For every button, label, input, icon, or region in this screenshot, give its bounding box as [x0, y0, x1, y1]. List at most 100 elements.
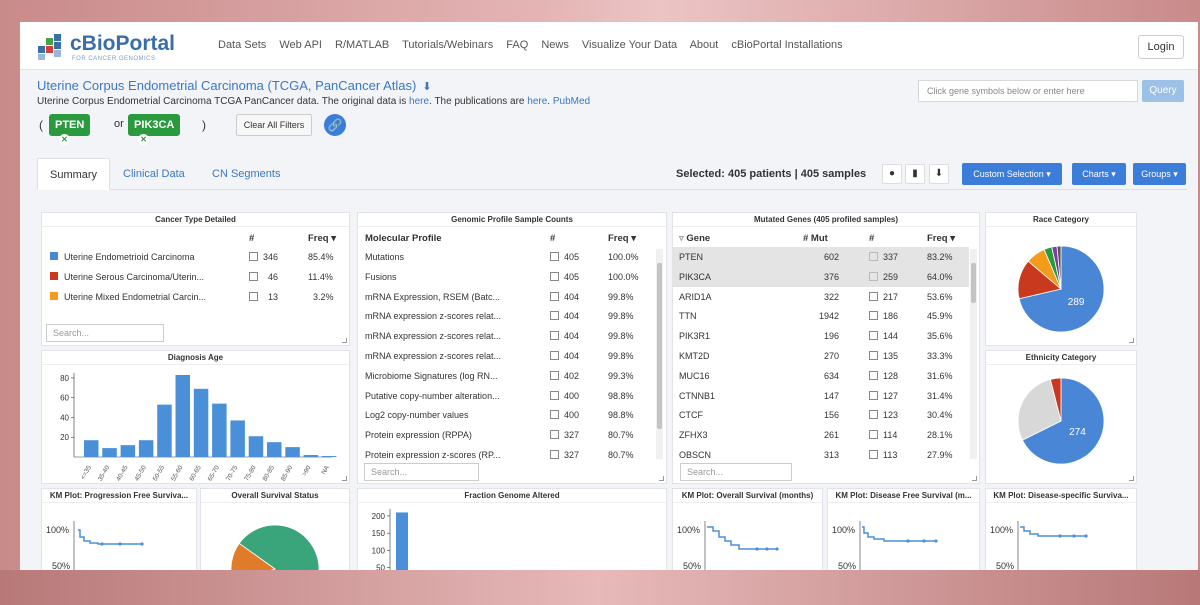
histogram-bar[interactable] — [157, 404, 172, 457]
histogram-bar[interactable] — [120, 445, 136, 457]
row-checkbox[interactable] — [869, 331, 878, 341]
col-header-count[interactable]: # — [869, 233, 874, 244]
study-title-text[interactable]: Uterine Corpus Endometrial Carcinoma (TC… — [37, 78, 416, 93]
histogram-bar[interactable] — [248, 436, 264, 457]
row-checkbox[interactable] — [550, 271, 559, 281]
col-header-profile[interactable]: Molecular Profile — [365, 233, 442, 244]
table-row[interactable]: Protein expression (RPPA) 327 80.7% — [358, 425, 654, 445]
table-row[interactable]: Uterine Serous Carcinoma/Uterin... 46 11… — [42, 267, 349, 287]
table-row[interactable]: Putative copy-number alteration... 400 98.… — [358, 386, 654, 406]
table-row[interactable]: PIK3R1 196 144 35.6% — [673, 326, 969, 346]
bookmark-icon[interactable]: ▮ — [905, 164, 925, 184]
row-checkbox[interactable] — [550, 370, 559, 380]
table-row[interactable]: CTNNB1 147 127 31.4% — [673, 386, 969, 406]
col-header-freq[interactable]: Freq ▾ — [308, 233, 336, 244]
study-title[interactable]: Uterine Corpus Endometrial Carcinoma (TC… — [37, 78, 432, 93]
histogram-bar[interactable] — [285, 447, 300, 457]
diagnosis-age-chart[interactable]: 80 60 40 20 <=35 35-40 40-45 45-50 50-55 55-60 60-… — [42, 365, 349, 483]
resize-handle[interactable] — [342, 338, 347, 343]
col-header-gene[interactable]: ▿ Gene — [679, 233, 710, 244]
col-header-freq[interactable]: Freq ▾ — [608, 233, 636, 244]
table-row[interactable]: Uterine Endometrioid Carcinoma 346 85.4% — [42, 247, 349, 267]
histogram-bar[interactable] — [303, 455, 319, 457]
bookmark-link-icon[interactable]: 🔗 — [324, 114, 346, 136]
histogram-bar[interactable] — [102, 448, 117, 457]
genomic-profile-scrollbar[interactable] — [656, 249, 663, 459]
login-button[interactable]: Login — [1138, 35, 1184, 59]
fga-chart[interactable]: 20015010050 — [358, 503, 666, 570]
nav-link-visualize[interactable]: Visualize Your Data — [582, 39, 677, 51]
filter-icon[interactable]: ▿ — [679, 233, 684, 244]
row-checkbox[interactable] — [869, 410, 878, 420]
table-row[interactable]: Uterine Mixed Endometrial Carcin... 13 3… — [42, 287, 349, 307]
table-row[interactable]: Log2 copy-number values 400 98.8% — [358, 405, 654, 425]
groups-button[interactable]: Groups ▾ — [1133, 163, 1186, 185]
charts-button[interactable]: Charts ▾ — [1072, 163, 1126, 185]
mutated-genes-scrollbar[interactable] — [970, 249, 977, 459]
row-checkbox[interactable] — [869, 252, 878, 261]
gene-query-input[interactable]: Click gene symbols below or enter here — [918, 80, 1138, 102]
custom-selection-button[interactable]: Custom Selection ▾ — [962, 163, 1062, 185]
download-icon[interactable]: ⬇ — [929, 164, 949, 184]
km-os-plot[interactable]: 100% 50% — [673, 503, 822, 570]
row-checkbox[interactable] — [869, 291, 878, 301]
overall-survival-pie[interactable] — [201, 503, 349, 570]
nav-link-news[interactable]: News — [541, 39, 569, 51]
col-header-freq[interactable]: Freq ▾ — [927, 233, 955, 244]
table-row[interactable]: CTCF 156 123 30.4% — [673, 405, 969, 425]
table-row[interactable]: mRNA expression z-scores relat... 404 99.8… — [358, 306, 654, 326]
col-header-count[interactable]: # — [249, 233, 254, 244]
table-row[interactable]: Fusions 405 100.0% — [358, 267, 654, 287]
table-row[interactable]: MUC16 634 128 31.6% — [673, 366, 969, 386]
row-checkbox[interactable] — [550, 410, 559, 420]
tab-clinical-data[interactable]: Clinical Data — [111, 158, 197, 190]
table-row[interactable]: KMT2D 270 135 33.3% — [673, 346, 969, 366]
nav-link-installations[interactable]: cBioPortal Installations — [731, 39, 842, 51]
table-row[interactable]: TTN 1942 186 45.9% — [673, 306, 969, 326]
row-checkbox[interactable] — [550, 252, 559, 261]
histogram-bar[interactable] — [396, 512, 408, 570]
km-pfs-plot[interactable]: 100% 50% — [42, 503, 196, 570]
row-checkbox[interactable] — [869, 430, 878, 440]
histogram-bar[interactable] — [193, 388, 209, 457]
publications-link[interactable]: here — [527, 96, 547, 107]
nav-link-about[interactable]: About — [690, 39, 719, 51]
scrollbar-thumb[interactable] — [657, 263, 662, 429]
row-checkbox[interactable] — [550, 390, 559, 400]
mutated-genes-search-input[interactable]: Search... — [680, 463, 792, 481]
km-dss-plot[interactable]: 100% 50% — [986, 503, 1136, 570]
nav-link-data-sets[interactable]: Data Sets — [218, 39, 266, 51]
histogram-bar[interactable] — [321, 456, 337, 457]
resize-handle[interactable] — [659, 476, 664, 481]
row-checkbox[interactable] — [249, 292, 258, 301]
data-source-link[interactable]: here — [409, 96, 429, 107]
row-checkbox[interactable] — [550, 331, 559, 341]
nav-link-tutorials[interactable]: Tutorials/Webinars — [402, 39, 493, 51]
row-checkbox[interactable] — [550, 430, 559, 440]
query-button[interactable]: Query — [1142, 80, 1184, 102]
nav-link-web-api[interactable]: Web API — [279, 39, 322, 51]
row-checkbox[interactable] — [249, 252, 258, 261]
clear-filters-button[interactable]: Clear All Filters — [236, 114, 312, 136]
row-checkbox[interactable] — [550, 311, 559, 321]
nav-link-faq[interactable]: FAQ — [506, 39, 528, 51]
table-row[interactable]: mRNA expression z-scores relat... 404 99.8… — [358, 326, 654, 346]
user-icon[interactable]: ● — [882, 164, 902, 184]
row-checkbox[interactable] — [869, 390, 878, 400]
tab-cn-segments[interactable]: CN Segments — [200, 158, 292, 190]
table-row[interactable]: OBSCN 313 113 27.9% — [673, 445, 969, 465]
row-checkbox[interactable] — [249, 272, 258, 281]
resize-handle[interactable] — [342, 476, 347, 481]
row-checkbox[interactable] — [550, 351, 559, 360]
cancer-type-search-input[interactable]: Search... — [46, 324, 164, 342]
race-pie-chart[interactable]: 289 — [986, 227, 1136, 345]
row-checkbox[interactable] — [550, 450, 559, 459]
histogram-bar[interactable] — [138, 440, 154, 457]
histogram-bar[interactable] — [175, 374, 191, 457]
cbioportal-logo[interactable]: cBioPortal FOR CANCER GENOMICS — [36, 30, 176, 64]
histogram-bar[interactable] — [212, 403, 227, 457]
remove-filter-icon[interactable]: ✕ — [138, 133, 149, 145]
col-header-mut[interactable]: # Mut — [803, 233, 828, 244]
row-checkbox[interactable] — [550, 291, 559, 301]
ethnicity-pie-chart[interactable]: 274 — [986, 365, 1136, 483]
